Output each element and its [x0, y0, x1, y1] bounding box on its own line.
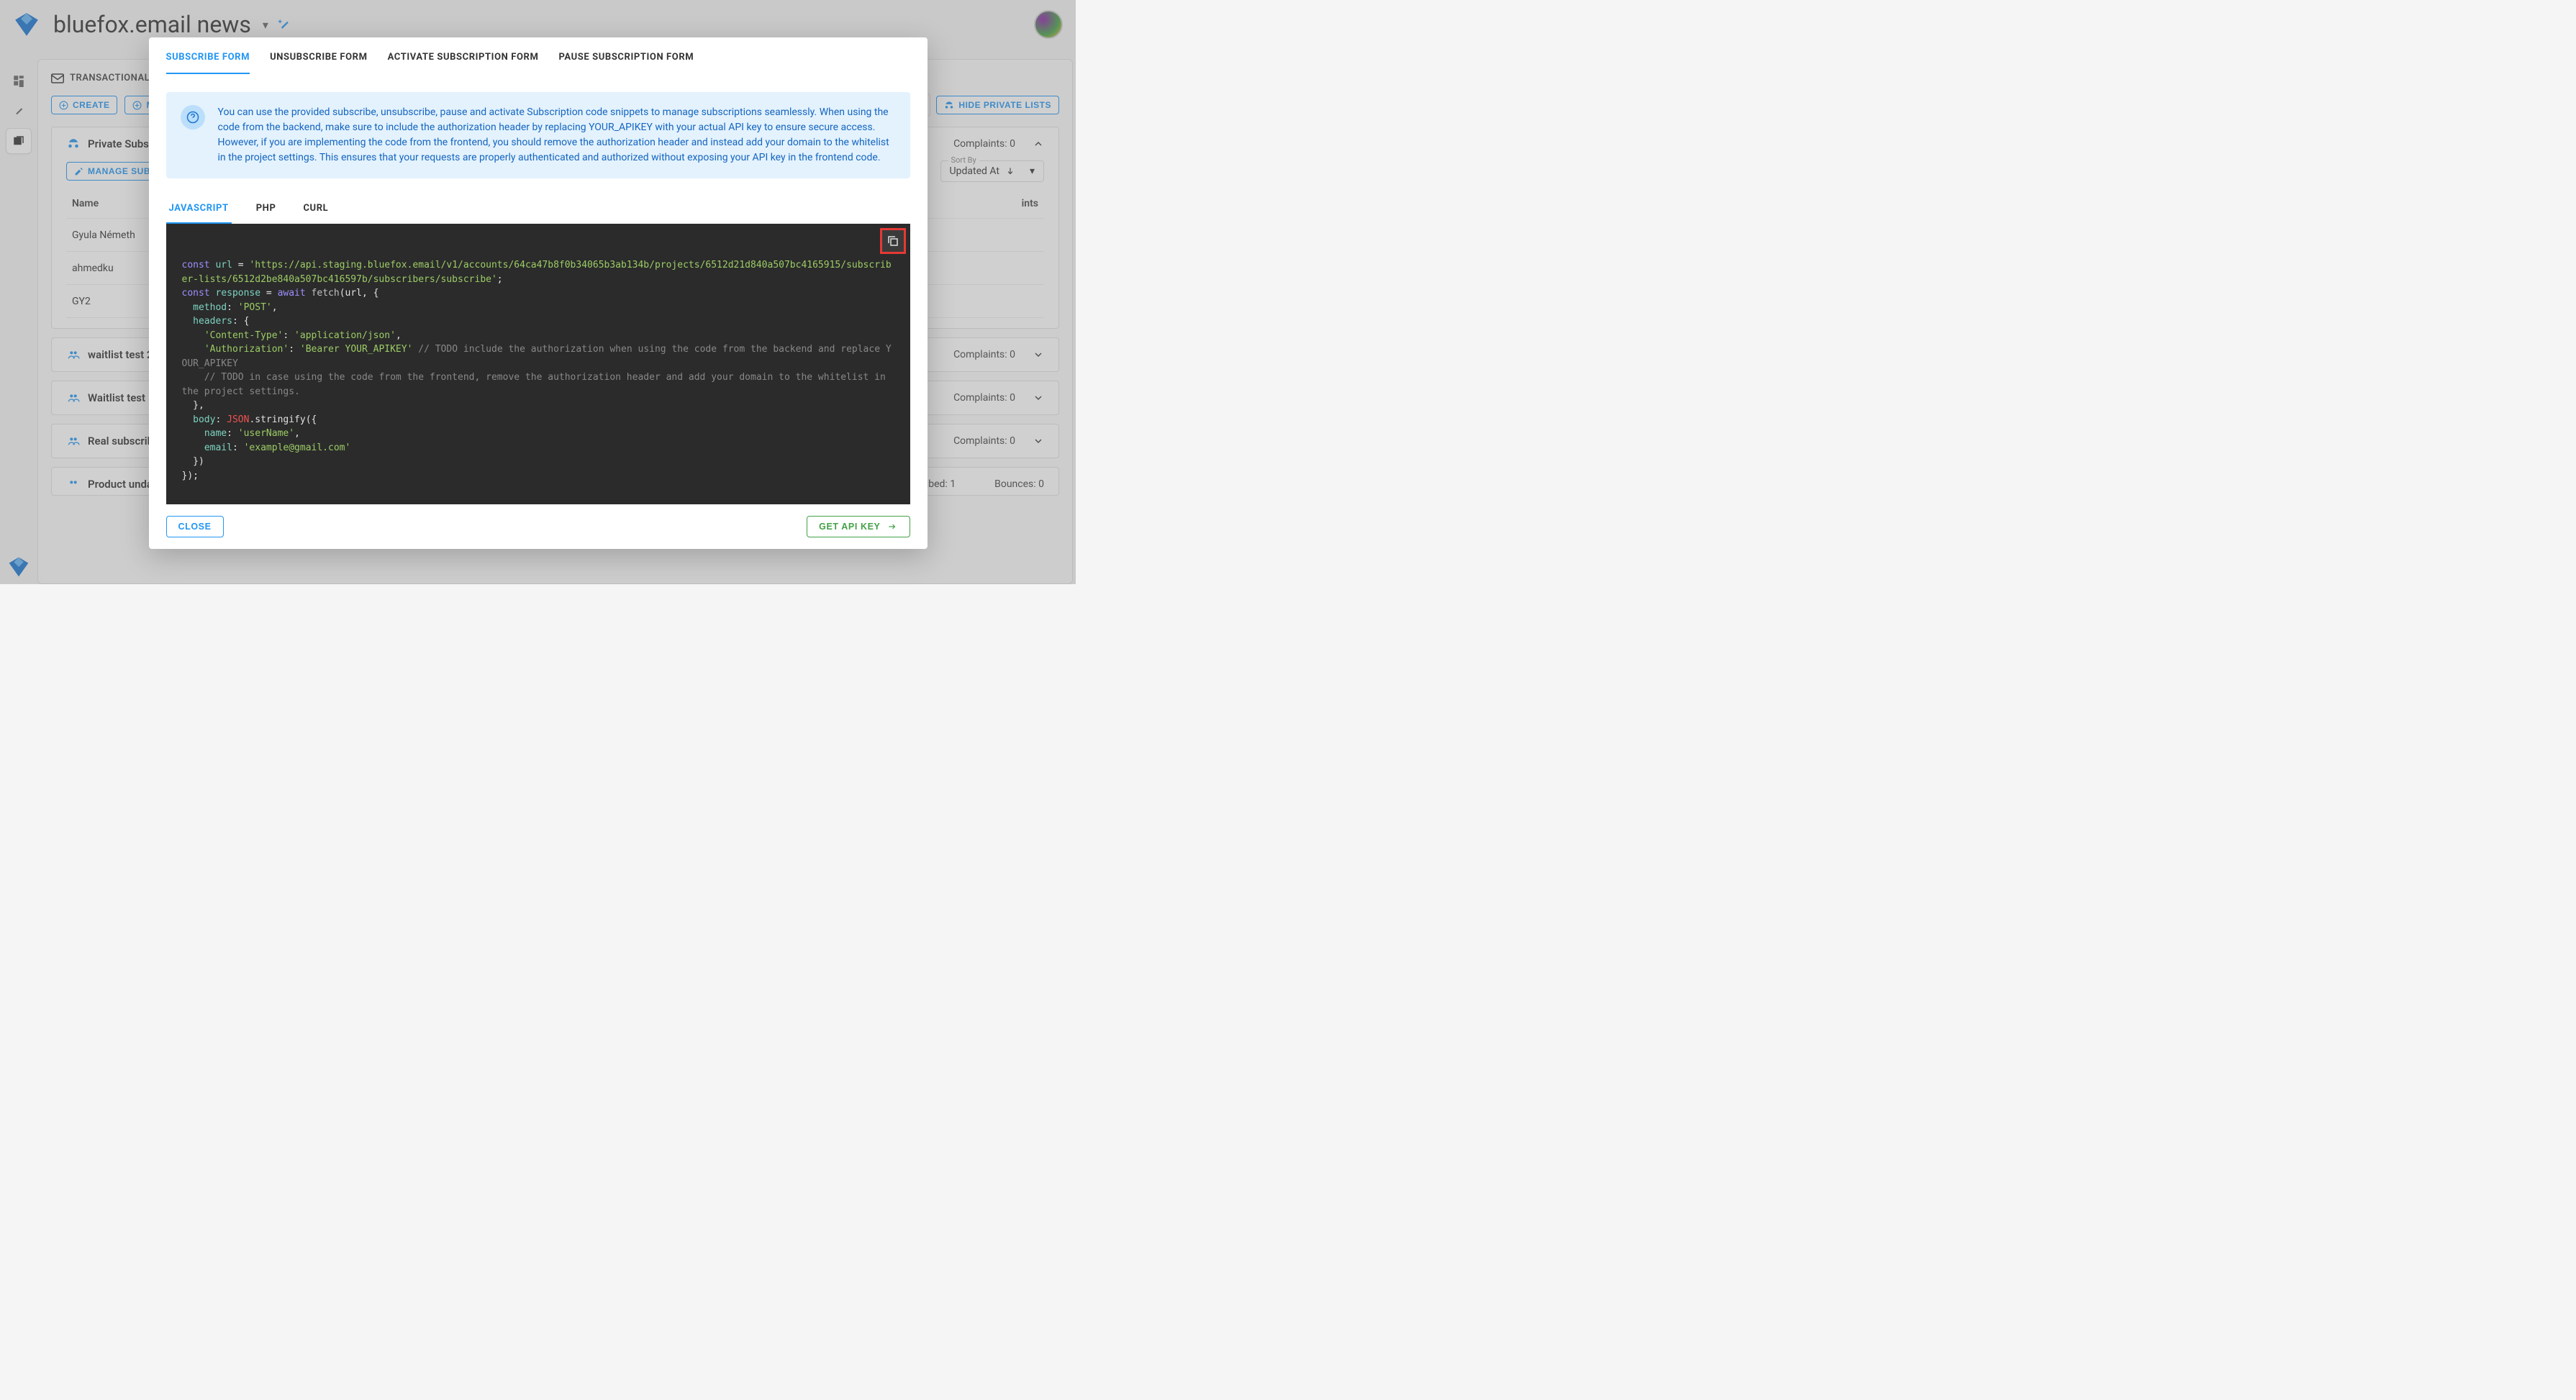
close-button-label: CLOSE: [178, 522, 212, 532]
code-tabs: JAVASCRIPT PHP CURL: [149, 196, 928, 224]
tab-unsubscribe-form[interactable]: UNSUBSCRIBE FORM: [270, 52, 368, 74]
modal: SUBSCRIBE FORM UNSUBSCRIBE FORM ACTIVATE…: [149, 37, 928, 549]
tab-pause-subscription-form[interactable]: PAUSE SUBSCRIPTION FORM: [558, 52, 694, 74]
close-button[interactable]: CLOSE: [166, 516, 224, 537]
get-api-key-button[interactable]: GET API KEY: [807, 516, 910, 537]
tab-subscribe-form[interactable]: SUBSCRIBE FORM: [166, 52, 250, 74]
code-tab-curl[interactable]: CURL: [300, 196, 331, 224]
get-api-key-label: GET API KEY: [819, 522, 880, 532]
info-text: You can use the provided subscribe, unsu…: [218, 105, 896, 165]
code-tab-javascript[interactable]: JAVASCRIPT: [166, 196, 232, 224]
copy-button[interactable]: [880, 228, 906, 254]
tab-activate-subscription-form[interactable]: ACTIVATE SUBSCRIPTION FORM: [388, 52, 539, 74]
info-box: You can use the provided subscribe, unsu…: [166, 92, 910, 178]
code-tab-php[interactable]: PHP: [253, 196, 279, 224]
help-circle-icon: [181, 105, 205, 129]
copy-icon: [886, 235, 899, 247]
modal-tabs: SUBSCRIBE FORM UNSUBSCRIBE FORM ACTIVATE…: [149, 37, 928, 75]
arrow-right-icon: [886, 522, 898, 532]
code-content: const url = 'https://api.staging.bluefox…: [182, 258, 894, 483]
code-block: const url = 'https://api.staging.bluefox…: [166, 224, 910, 504]
modal-overlay: SUBSCRIBE FORM UNSUBSCRIBE FORM ACTIVATE…: [0, 0, 1076, 584]
